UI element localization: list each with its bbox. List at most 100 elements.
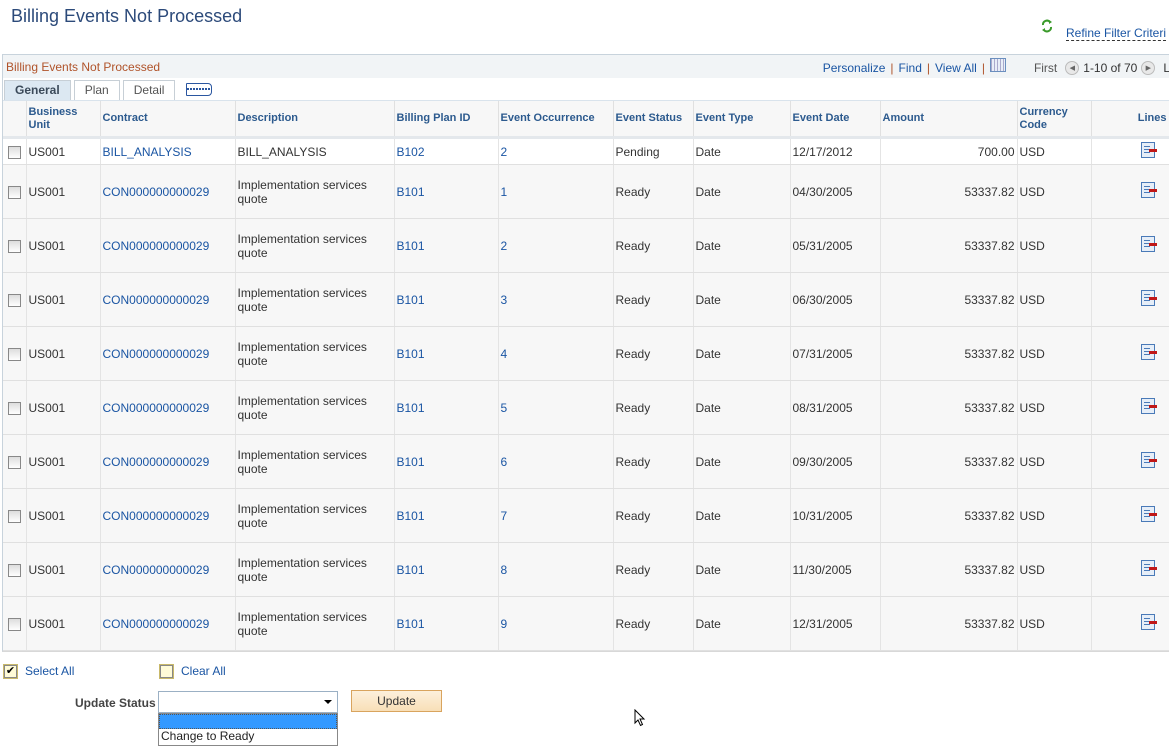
cell-billing-plan-id[interactable]: B101 <box>394 488 499 543</box>
row-checkbox[interactable] <box>7 509 21 523</box>
show-all-columns-icon[interactable] <box>186 83 213 96</box>
next-icon[interactable]: ▶ <box>1141 61 1156 75</box>
col-currency-code[interactable]: Currency Code <box>1017 101 1092 139</box>
cell-event-occurrence[interactable]: 8 <box>498 542 614 597</box>
personalize-link[interactable]: Personalize <box>823 61 886 75</box>
row-checkbox[interactable] <box>7 239 21 253</box>
cell-event-date: 12/31/2005 <box>790 596 881 651</box>
lines-detail-icon[interactable] <box>1140 506 1157 522</box>
cell-event-status: Ready <box>613 164 694 219</box>
lines-detail-icon[interactable] <box>1140 614 1157 630</box>
cell-event-status: Ready <box>613 380 694 435</box>
cell-contract[interactable]: CON000000000029 <box>100 434 236 489</box>
lines-detail-icon[interactable] <box>1140 142 1157 158</box>
first-link[interactable]: First <box>1034 61 1057 75</box>
cell-billing-plan-id[interactable]: B101 <box>394 218 499 273</box>
refine-filter-link[interactable]: Refine Filter Criteri <box>1066 19 1167 41</box>
cell-business-unit: US001 <box>26 326 101 381</box>
cell-event-occurrence[interactable]: 5 <box>498 380 614 435</box>
cell-contract[interactable]: CON000000000029 <box>100 488 236 543</box>
col-business-unit[interactable]: Business Unit <box>26 101 101 139</box>
col-event-occurrence[interactable]: Event Occurrence <box>498 101 614 139</box>
col-event-date[interactable]: Event Date <box>790 101 881 139</box>
col-event-type[interactable]: Event Type <box>693 101 791 139</box>
cell-billing-plan-id[interactable]: B101 <box>394 380 499 435</box>
cell-contract[interactable]: CON000000000029 <box>100 218 236 273</box>
row-checkbox[interactable] <box>7 145 21 159</box>
cell-currency-code: USD <box>1017 488 1092 543</box>
row-checkbox[interactable] <box>7 185 21 199</box>
cell-amount: 53337.82 <box>880 596 1018 651</box>
cell-lines <box>1091 596 1169 651</box>
cell-billing-plan-id[interactable]: B101 <box>394 164 499 219</box>
cell-event-occurrence[interactable]: 4 <box>498 326 614 381</box>
col-amount[interactable]: Amount <box>880 101 1018 139</box>
chevron-down-icon[interactable] <box>324 700 332 704</box>
table-row: US001 CON000000000029 Implementation servi… <box>3 596 1169 651</box>
select-all-checkbox[interactable]: ✔ <box>3 663 18 679</box>
cell-billing-plan-id[interactable]: B101 <box>394 326 499 381</box>
lines-detail-icon[interactable] <box>1140 182 1157 198</box>
previous-icon[interactable]: ◀ <box>1065 61 1080 75</box>
row-checkbox[interactable] <box>7 455 21 469</box>
cell-event-type: Date <box>693 434 791 489</box>
lines-detail-icon[interactable] <box>1140 452 1157 468</box>
cell-contract[interactable]: CON000000000029 <box>100 542 236 597</box>
cell-contract[interactable]: CON000000000029 <box>100 272 236 327</box>
cell-event-occurrence[interactable]: 6 <box>498 434 614 489</box>
find-link[interactable]: Find <box>899 61 922 75</box>
cell-event-occurrence[interactable]: 2 <box>498 218 614 273</box>
select-all-link[interactable]: Select All <box>25 664 74 678</box>
refresh-icon[interactable] <box>1040 19 1054 33</box>
table-header-row: Business Unit Contract Description Billi… <box>3 101 1169 139</box>
row-checkbox[interactable] <box>7 617 21 631</box>
dropdown-option-blank[interactable] <box>159 714 337 729</box>
update-status-select[interactable] <box>158 691 338 713</box>
cell-event-occurrence[interactable]: 9 <box>498 596 614 651</box>
tab-general[interactable]: General <box>4 80 71 100</box>
cell-event-occurrence[interactable]: 1 <box>498 164 614 219</box>
refine-filter[interactable]: Refine Filter Criteri <box>1040 19 1167 41</box>
lines-detail-icon[interactable] <box>1140 290 1157 306</box>
last-link[interactable]: L <box>1163 61 1169 75</box>
clear-all-link[interactable]: Clear All <box>181 664 226 678</box>
cell-contract[interactable]: CON000000000029 <box>100 380 236 435</box>
clear-all-checkbox[interactable] <box>159 663 174 679</box>
clear-all[interactable]: Clear All <box>159 663 226 679</box>
row-checkbox[interactable] <box>7 293 21 307</box>
cell-event-occurrence[interactable]: 2 <box>498 137 614 165</box>
row-checkbox[interactable] <box>7 347 21 361</box>
col-event-status[interactable]: Event Status <box>613 101 694 139</box>
lines-detail-icon[interactable] <box>1140 236 1157 252</box>
lines-detail-icon[interactable] <box>1140 344 1157 360</box>
cell-description: BILL_ANALYSIS <box>235 137 395 165</box>
lines-detail-icon[interactable] <box>1140 398 1157 414</box>
col-description[interactable]: Description <box>235 101 395 139</box>
cell-event-occurrence[interactable]: 7 <box>498 488 614 543</box>
cell-billing-plan-id[interactable]: B101 <box>394 434 499 489</box>
col-billing-plan-id[interactable]: Billing Plan ID <box>394 101 499 139</box>
grid-header: Billing Events Not Processed Personalize… <box>3 55 1169 78</box>
cell-billing-plan-id[interactable]: B101 <box>394 542 499 597</box>
cell-billing-plan-id[interactable]: B102 <box>394 137 499 165</box>
cell-event-occurrence[interactable]: 3 <box>498 272 614 327</box>
cell-contract[interactable]: CON000000000029 <box>100 596 236 651</box>
cell-select <box>3 137 27 165</box>
cell-contract[interactable]: BILL_ANALYSIS <box>100 137 236 165</box>
view-all-link[interactable]: View All <box>935 61 977 75</box>
select-all[interactable]: ✔ Select All <box>3 663 74 679</box>
row-checkbox[interactable] <box>7 563 21 577</box>
row-checkbox[interactable] <box>7 401 21 415</box>
download-spreadsheet-icon[interactable] <box>989 58 1006 72</box>
lines-detail-icon[interactable] <box>1140 560 1157 576</box>
tab-plan[interactable]: Plan <box>73 80 120 100</box>
cell-billing-plan-id[interactable]: B101 <box>394 272 499 327</box>
update-button[interactable]: Update <box>351 690 442 712</box>
dropdown-option-change-to-ready[interactable]: Change to Ready <box>159 729 337 744</box>
tab-detail[interactable]: Detail <box>122 80 176 100</box>
col-contract[interactable]: Contract <box>100 101 236 139</box>
cell-billing-plan-id[interactable]: B101 <box>394 596 499 651</box>
cell-contract[interactable]: CON000000000029 <box>100 326 236 381</box>
cell-amount: 53337.82 <box>880 164 1018 219</box>
cell-contract[interactable]: CON000000000029 <box>100 164 236 219</box>
